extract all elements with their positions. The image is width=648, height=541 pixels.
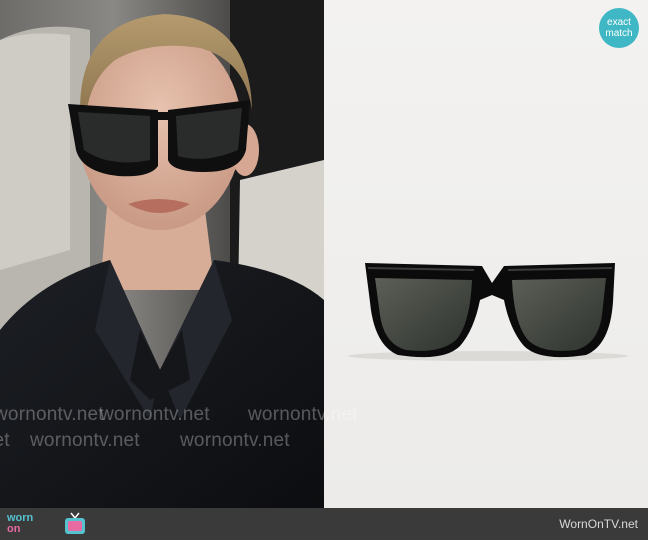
image-frame: exact match wornontv.net wornontv.net wo…: [0, 0, 648, 540]
badge-line-2: match: [605, 28, 633, 39]
watermark: wornontv.net: [30, 430, 140, 451]
watermark: wornontv.net: [0, 404, 104, 425]
tv-icon: [64, 512, 86, 541]
wornontv-logo[interactable]: worn on: [4, 511, 94, 537]
logo-word-on: on: [7, 523, 21, 535]
product-photo: [324, 0, 648, 508]
footer-bar: worn on WornOnTV.net: [0, 508, 648, 540]
watermark: wornontv.net: [180, 430, 290, 451]
watermark: wornontv.net: [100, 404, 210, 425]
site-name[interactable]: WornOnTV.net: [559, 517, 638, 531]
watermark: wornontv.net: [0, 430, 10, 451]
watermark: wornontv.net: [248, 404, 358, 425]
exact-match-badge: exact match: [599, 8, 639, 48]
badge-line-1: exact: [607, 17, 631, 28]
